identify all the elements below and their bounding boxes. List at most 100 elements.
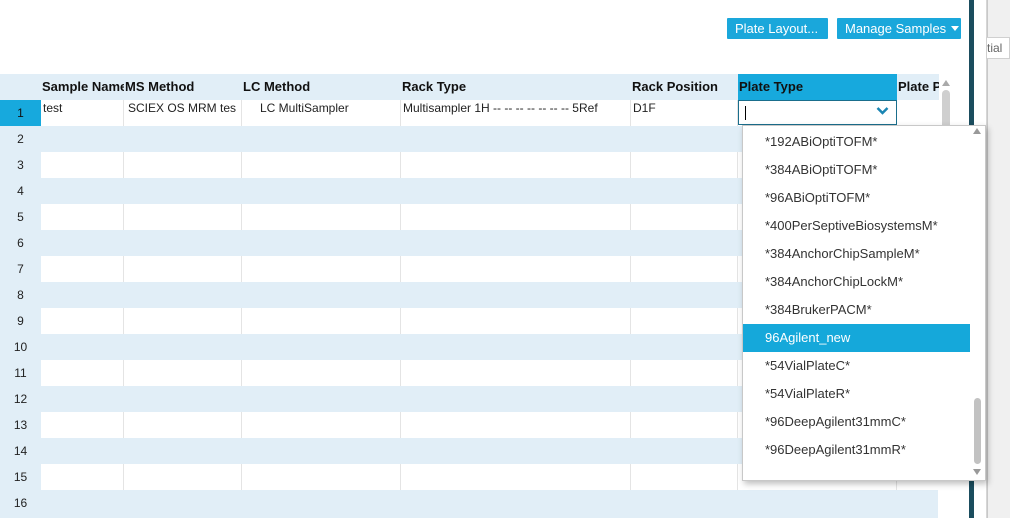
row-number[interactable]: 11 [0,360,41,386]
column-header-rack-position[interactable]: Rack Position [631,74,739,100]
plate-layout-button[interactable]: Plate Layout... [727,18,828,39]
table-cell[interactable] [401,126,631,152]
table-cell[interactable] [124,126,242,152]
table-cell[interactable] [41,152,124,178]
row-number[interactable]: 2 [0,126,41,152]
right-panel-field[interactable]: tial [986,37,1010,59]
dropdown-option[interactable]: *384BrukerPACM* [743,296,970,324]
dropdown-option[interactable]: *384AnchorChipSampleM* [743,240,970,268]
cell-lc-method[interactable]: LC MultiSampler [242,100,401,126]
table-cell[interactable] [631,490,738,516]
table-cell[interactable] [401,490,631,516]
table-cell[interactable] [631,412,738,438]
table-cell[interactable] [124,230,242,256]
table-cell[interactable] [631,256,738,282]
dropdown-option[interactable]: *54VialPlateR* [743,380,970,408]
table-cell[interactable] [41,334,124,360]
column-header-plate-position[interactable]: Plate Po [897,74,939,100]
table-cell[interactable] [124,360,242,386]
table-cell[interactable] [242,438,401,464]
table-cell[interactable] [401,230,631,256]
table-cell[interactable] [242,386,401,412]
table-cell[interactable] [242,490,401,516]
table-cell[interactable] [242,464,401,490]
row-number[interactable]: 15 [0,464,41,490]
table-cell[interactable] [401,412,631,438]
table-cell[interactable] [401,308,631,334]
row-number[interactable]: 14 [0,438,41,464]
table-cell[interactable] [242,308,401,334]
table-cell[interactable] [631,386,738,412]
table-cell[interactable] [242,360,401,386]
dropdown-option[interactable]: *54VialPlateC* [743,352,970,380]
table-cell[interactable] [401,256,631,282]
table-cell[interactable] [41,282,124,308]
table-cell[interactable] [124,178,242,204]
dropdown-scroll-down-icon[interactable] [973,469,981,475]
table-cell[interactable] [242,178,401,204]
table-cell[interactable] [631,334,738,360]
row-number[interactable]: 4 [0,178,41,204]
table-cell[interactable] [41,490,124,516]
cell-sample-name[interactable]: test [41,100,124,126]
row-number-selected[interactable]: 1 [0,100,41,126]
table-cell[interactable] [631,178,738,204]
row-number[interactable]: 13 [0,412,41,438]
row-number[interactable]: 7 [0,256,41,282]
table-cell[interactable] [631,438,738,464]
dropdown-option[interactable]: *384ABiOptiTOFM* [743,156,970,184]
table-cell[interactable] [41,438,124,464]
table-cell[interactable] [124,386,242,412]
row-number[interactable]: 12 [0,386,41,412]
row-number[interactable]: 10 [0,334,41,360]
table-cell[interactable] [401,386,631,412]
table-cell[interactable] [41,464,124,490]
dropdown-option[interactable]: *96DeepAgilent31mmR* [743,436,970,464]
row-number[interactable]: 8 [0,282,41,308]
table-cell[interactable] [631,152,738,178]
manage-samples-button[interactable]: Manage Samples [837,18,961,39]
dropdown-option[interactable]: *192ABiOptiTOFM* [743,128,970,156]
table-cell[interactable] [401,152,631,178]
scroll-up-arrow-icon[interactable] [942,80,950,86]
table-cell[interactable] [124,412,242,438]
table-cell[interactable] [401,438,631,464]
table-cell[interactable] [242,204,401,230]
grid-scrollbar[interactable] [940,80,952,130]
table-cell[interactable] [401,204,631,230]
table-cell[interactable] [631,464,738,490]
table-cell[interactable] [41,308,124,334]
table-cell[interactable] [41,256,124,282]
table-cell[interactable] [124,204,242,230]
table-cell[interactable] [401,360,631,386]
table-cell[interactable] [897,490,938,516]
table-cell[interactable] [242,282,401,308]
table-cell[interactable] [41,230,124,256]
table-cell[interactable] [631,308,738,334]
dropdown-option[interactable]: *400PerSeptiveBiosystemsM* [743,212,970,240]
table-cell[interactable] [124,334,242,360]
row-number[interactable]: 9 [0,308,41,334]
plate-type-dropdown-list[interactable]: *192ABiOptiTOFM* *384ABiOptiTOFM* *96ABiOp… [742,125,986,481]
table-cell[interactable] [41,178,124,204]
table-cell[interactable] [41,412,124,438]
column-header-rack-type[interactable]: Rack Type [401,74,632,100]
table-cell[interactable] [124,464,242,490]
column-header-plate-type[interactable]: Plate Type [738,74,898,100]
scroll-thumb[interactable] [942,90,950,130]
table-cell[interactable] [631,204,738,230]
table-cell[interactable] [124,282,242,308]
table-cell[interactable] [631,282,738,308]
table-cell[interactable] [41,360,124,386]
table-cell[interactable] [631,360,738,386]
table-cell[interactable] [738,490,897,516]
table-cell[interactable] [124,152,242,178]
cell-rack-type[interactable]: Multisampler 1H -- -- -- -- -- -- -- 5Re… [401,100,631,126]
table-cell[interactable] [631,126,738,152]
table-cell[interactable] [401,334,631,360]
row-number[interactable]: 3 [0,152,41,178]
table-cell[interactable] [242,412,401,438]
table-cell[interactable] [242,230,401,256]
row-number[interactable]: 5 [0,204,41,230]
dropdown-option[interactable]: 96Agilent_new [743,324,970,352]
